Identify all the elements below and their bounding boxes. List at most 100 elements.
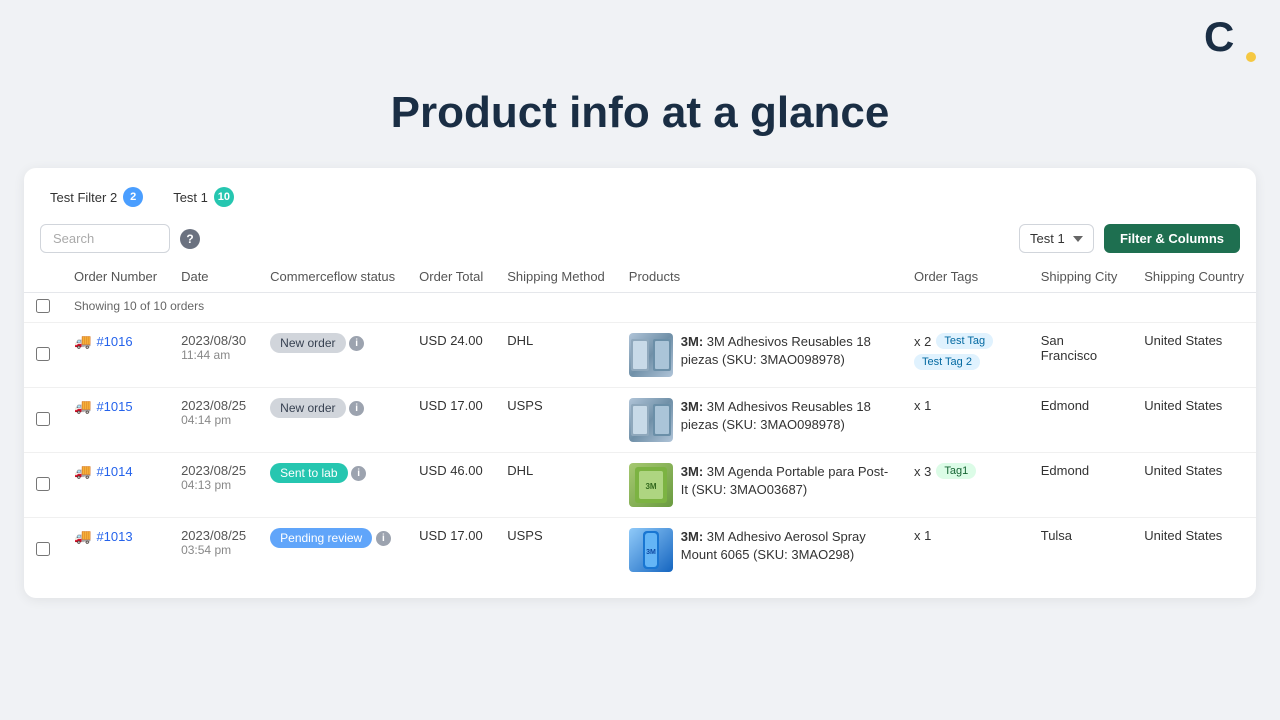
date-time: 04:13 pm <box>181 478 246 492</box>
shipping-city-cell: Edmond <box>1029 453 1133 518</box>
orders-table: Order Number Date Commerceflow status Or… <box>24 261 1256 582</box>
products-cell: 3M 3M: 3M Adhesivo Aerosol Spray Mount 60… <box>617 518 902 583</box>
order-total-cell: USD 17.00 <box>407 388 495 453</box>
filter-tab-2-badge: 10 <box>214 187 234 207</box>
status-info-icon[interactable]: i <box>376 531 391 546</box>
order-tags-cell: x 1 <box>902 518 1029 583</box>
showing-checkbox-cell[interactable] <box>24 293 62 323</box>
row-checkbox[interactable] <box>36 347 50 361</box>
status-cell: New order i <box>258 388 407 453</box>
order-number-text: #1013 <box>96 529 132 544</box>
quantity-text: x 2 <box>914 334 931 349</box>
select-all-checkbox[interactable] <box>36 299 50 313</box>
status-badge: New order <box>270 333 345 353</box>
row-checkbox[interactable] <box>36 542 50 556</box>
date-time: 03:54 pm <box>181 543 246 557</box>
status-cell: Pending review i <box>258 518 407 583</box>
product-brand: 3M: <box>681 464 703 479</box>
col-order-total: Order Total <box>407 261 495 293</box>
filter-tab-1-badge: 2 <box>123 187 143 207</box>
order-tag: Test Tag 2 <box>914 354 980 370</box>
filter-columns-button[interactable]: Filter & Columns <box>1104 224 1240 253</box>
date-cell: 2023/08/2504:13 pm <box>169 453 258 518</box>
col-shipping-country: Shipping Country <box>1132 261 1256 293</box>
filter-tab-2[interactable]: Test 1 10 <box>163 182 244 212</box>
main-panel: Test Filter 2 2 Test 1 10 ? Test 1 Test … <box>24 168 1256 598</box>
product-name-text: 3M: 3M Agenda Portable para Post-It (SKU… <box>681 463 890 499</box>
toolbar-right: Test 1 Test 2 Filter & Columns <box>1019 224 1240 253</box>
select-all-header <box>24 261 62 293</box>
order-tag: Tag1 <box>936 463 976 479</box>
shipping-method-cell: USPS <box>495 518 617 583</box>
page-title: Product info at a glance <box>0 88 1280 138</box>
order-tag: Test Tag <box>936 333 993 349</box>
product-brand: 3M: <box>681 399 703 414</box>
col-shipping-city: Shipping City <box>1029 261 1133 293</box>
table-row: 🚚#10162023/08/3011:44 amNew order iUSD 2… <box>24 323 1256 388</box>
toolbar: ? Test 1 Test 2 Filter & Columns <box>24 212 1256 261</box>
row-checkbox[interactable] <box>36 477 50 491</box>
help-icon[interactable]: ? <box>180 229 200 249</box>
col-shipping-method: Shipping Method <box>495 261 617 293</box>
col-date: Date <box>169 261 258 293</box>
order-number-text: #1016 <box>96 334 132 349</box>
table-row: 🚚#10132023/08/2503:54 pmPending review i… <box>24 518 1256 583</box>
product-image: 3M <box>629 528 673 572</box>
order-number-cell: 🚚 #1013 <box>62 518 169 583</box>
order-total-cell: USD 46.00 <box>407 453 495 518</box>
filter-tab-1-label: Test Filter 2 <box>50 190 117 205</box>
date-time: 04:14 pm <box>181 413 246 427</box>
logo: C <box>1204 16 1256 68</box>
svg-text:3M: 3M <box>646 549 656 556</box>
showing-row: Showing 10 of 10 orders <box>24 293 1256 323</box>
order-tags-cell: x 2 Test Tag Test Tag 2 <box>902 323 1029 388</box>
order-number-cell: 🚚 #1016 <box>62 323 169 388</box>
order-link[interactable]: 🚚#1015 <box>74 398 157 415</box>
quantity-text: x 3 <box>914 464 931 479</box>
table-row: 🚚 #1014 2023/08/2504:13 pmSent to lab iUSD… <box>24 453 1256 518</box>
table-row: 🚚#10152023/08/2504:14 pmNew order iUSD 1… <box>24 388 1256 453</box>
quantity-text: x 1 <box>914 528 931 543</box>
product-brand: 3M: <box>681 334 703 349</box>
truck-icon: 🚚 <box>74 528 91 545</box>
date-cell: 2023/08/2503:54 pm <box>169 518 258 583</box>
col-order-tags: Order Tags <box>902 261 1029 293</box>
status-badge: Pending review <box>270 528 372 548</box>
date-cell: 2023/08/2504:14 pm <box>169 388 258 453</box>
products-cell: 3M: 3M Adhesivos Reusables 18 piezas (SK… <box>617 323 902 388</box>
product-image <box>629 333 673 377</box>
products-cell: 3M: 3M Adhesivos Reusables 18 piezas (SK… <box>617 388 902 453</box>
order-total-cell: USD 24.00 <box>407 323 495 388</box>
date-main: 2023/08/25 <box>181 398 246 413</box>
svg-text:3M: 3M <box>645 482 656 491</box>
shipping-country-cell: United States <box>1132 453 1256 518</box>
order-link[interactable]: 🚚 #1013 <box>74 528 157 545</box>
view-select[interactable]: Test 1 Test 2 <box>1019 224 1094 253</box>
product-image <box>629 398 673 442</box>
toolbar-left: ? <box>40 224 200 253</box>
order-link[interactable]: 🚚 #1014 <box>74 463 157 480</box>
shipping-country-cell: United States <box>1132 323 1256 388</box>
status-info-icon[interactable]: i <box>349 401 364 416</box>
row-checkbox[interactable] <box>36 412 50 426</box>
logo-letter: C <box>1204 13 1234 60</box>
order-link[interactable]: 🚚 #1016 <box>74 333 157 350</box>
product-name-text: 3M: 3M Adhesivo Aerosol Spray Mount 6065… <box>681 528 890 564</box>
products-cell: 3M 3M: 3M Agenda Portable para Post-It (S… <box>617 453 902 518</box>
status-badge: New order <box>270 398 345 418</box>
order-number-text: #1014 <box>96 464 132 479</box>
col-products: Products <box>617 261 902 293</box>
status-info-icon[interactable]: i <box>351 466 366 481</box>
truck-icon: 🚚 <box>74 398 91 415</box>
truck-icon: 🚚 <box>74 463 91 480</box>
shipping-city-cell: Tulsa <box>1029 518 1133 583</box>
search-input[interactable] <box>40 224 170 253</box>
status-info-icon[interactable]: i <box>349 336 364 351</box>
product-brand: 3M: <box>681 529 703 544</box>
status-cell: Sent to lab i <box>258 453 407 518</box>
showing-text: Showing 10 of 10 orders <box>62 293 1256 323</box>
filter-tab-1[interactable]: Test Filter 2 2 <box>40 182 153 212</box>
truck-icon: 🚚 <box>74 333 91 350</box>
logo-dot <box>1246 52 1256 62</box>
date-main: 2023/08/25 <box>181 528 246 543</box>
